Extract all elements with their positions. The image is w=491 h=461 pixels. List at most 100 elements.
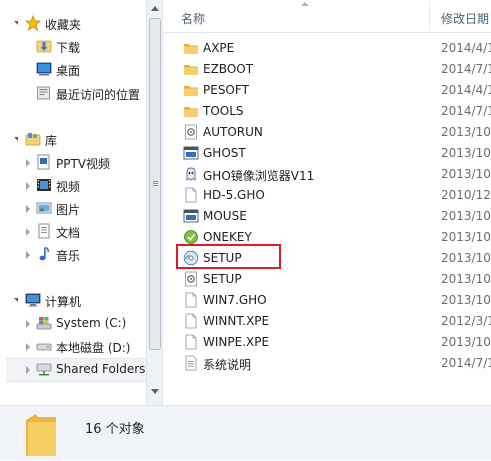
nav-item-videos[interactable]: 视频: [0, 175, 146, 195]
scroll-up-arrow-icon[interactable]: [151, 6, 159, 11]
app-window-icon: [183, 145, 199, 161]
nav-item-label: 文档: [56, 226, 81, 240]
collapse-arrow-icon[interactable]: [26, 159, 30, 167]
star-icon: [24, 14, 42, 31]
nav-computer-label: 计算机: [45, 295, 82, 309]
file-date: 2014/4/1: [441, 83, 491, 97]
expand-arrow-icon[interactable]: [14, 21, 18, 25]
file-date: 2014/4/1: [441, 41, 491, 55]
collapse-arrow-icon[interactable]: [26, 251, 30, 259]
hard-drive-icon: [36, 338, 52, 354]
nav-item-documents[interactable]: 文档: [0, 221, 146, 241]
file-date: 2013/10/: [441, 146, 491, 160]
folder-large-icon: [22, 408, 62, 458]
highlight-box: [176, 244, 281, 269]
collapse-arrow-icon[interactable]: [26, 182, 30, 190]
file-row[interactable]: AUTORUN 2013/10/: [163, 122, 491, 143]
file-name: EZBOOT: [203, 62, 254, 76]
file-row[interactable]: WINPE.XPE 2013/10/: [163, 332, 491, 353]
file-row[interactable]: WIN7.GHO 2013/10/: [163, 290, 491, 311]
nav-libraries[interactable]: 库: [0, 129, 146, 149]
file-date: 2013/10/: [441, 335, 491, 349]
nav-item-shared-folders[interactable]: Shared Folders: [0, 359, 146, 379]
onekey-app-icon: [183, 229, 199, 245]
file-name: HD-5.GHO: [203, 188, 265, 202]
scroll-down-arrow-icon[interactable]: [151, 389, 159, 394]
column-header: 名称 修改日期: [163, 0, 491, 33]
file-date: 2013/10/: [441, 272, 491, 286]
file-name: AUTORUN: [203, 125, 263, 139]
collapse-arrow-icon[interactable]: [26, 228, 30, 236]
file-row[interactable]: WINNT.XPE 2012/3/1: [163, 311, 491, 332]
file-date: 2012/3/1: [441, 314, 491, 328]
file-row[interactable]: PESOFT 2014/4/1: [163, 80, 491, 101]
file-row[interactable]: HD-5.GHO 2010/12/: [163, 185, 491, 206]
file-icon: [183, 313, 199, 329]
file-icon: [183, 334, 199, 350]
documents-icon: [36, 223, 52, 239]
nav-favorites-label: 收藏夹: [45, 18, 82, 32]
app-window-icon: [183, 208, 199, 224]
nav-item-desktop[interactable]: 桌面: [0, 59, 146, 79]
folder-icon: [183, 40, 199, 56]
column-date-header[interactable]: 修改日期: [441, 10, 489, 27]
computer-icon: [25, 292, 41, 308]
file-date: 2013/10/: [441, 293, 491, 307]
system-drive-icon: [36, 315, 52, 331]
nav-item-label: 本地磁盘 (D:): [56, 341, 131, 355]
file-icon: [183, 187, 199, 203]
expand-arrow-icon[interactable]: [14, 137, 18, 141]
nav-scrollbar[interactable]: [146, 0, 163, 405]
file-date: 2013/10/: [441, 230, 491, 244]
nav-item-pictures[interactable]: 图片: [0, 198, 146, 218]
file-name: GHOST: [203, 146, 246, 160]
collapse-arrow-icon[interactable]: [26, 205, 30, 213]
collapse-arrow-icon[interactable]: [26, 366, 30, 374]
file-name: AXPE: [203, 41, 235, 55]
file-row[interactable]: AXPE 2014/4/1: [163, 38, 491, 59]
file-row[interactable]: SETUP 2013/10/: [163, 269, 491, 290]
item-count: 16 个对象: [85, 422, 145, 437]
nav-item-label: 下载: [56, 41, 81, 55]
expand-arrow-icon[interactable]: [14, 298, 18, 302]
file-row[interactable]: MOUSE 2013/10/: [163, 206, 491, 227]
nav-item-downloads[interactable]: 下载: [0, 36, 146, 56]
file-name: 系统说明: [203, 358, 252, 372]
ghost-explorer-icon: [183, 166, 199, 182]
file-row[interactable]: TOOLS 2014/7/1: [163, 101, 491, 122]
file-name: TOOLS: [203, 104, 244, 118]
nav-item-label: Shared Folders: [56, 362, 146, 376]
nav-item-music[interactable]: 音乐: [0, 244, 146, 264]
nav-item-pptv[interactable]: PPTV视频: [0, 152, 146, 172]
collapse-arrow-icon[interactable]: [26, 343, 30, 351]
file-name: ONEKEY: [203, 230, 252, 244]
nav-item-label: 最近访问的位置: [56, 88, 141, 102]
folder-icon: [183, 82, 199, 98]
scrollbar-thumb[interactable]: [149, 18, 161, 350]
file-row[interactable]: 系统说明 2014/7/1: [163, 353, 491, 374]
file-name: WIN7.GHO: [203, 293, 267, 307]
pictures-icon: [36, 200, 52, 216]
file-name: WINNT.XPE: [203, 314, 270, 328]
nav-item-label: 视频: [56, 180, 81, 194]
desktop-icon: [36, 61, 52, 77]
file-name: SETUP: [203, 272, 242, 286]
nav-item-label: 桌面: [56, 64, 81, 78]
file-name: GHO镜像浏览器V11: [203, 169, 315, 183]
file-row[interactable]: GHO镜像浏览器V11 2013/10/: [163, 164, 491, 185]
file-row[interactable]: GHOST 2013/10/: [163, 143, 491, 164]
file-date: 2013/10/: [441, 209, 491, 223]
nav-item-local-disk-d[interactable]: 本地磁盘 (D:): [0, 336, 146, 356]
nav-computer[interactable]: 计算机: [0, 290, 146, 310]
column-name-header[interactable]: 名称: [181, 10, 205, 27]
folder-icon: [183, 61, 199, 77]
file-date: 2014/7/1: [441, 62, 491, 76]
nav-item-system-c[interactable]: System (C:): [0, 313, 146, 333]
music-note-icon: [36, 246, 52, 262]
collapse-arrow-icon[interactable]: [26, 320, 30, 328]
navigation-pane: 收藏夹 下载 桌面 最近访问的位置 库 PPTV视频 视频 图片 文档 音乐 计…: [0, 0, 146, 405]
nav-item-recent-places[interactable]: 最近访问的位置: [0, 83, 146, 103]
nav-favorites[interactable]: 收藏夹: [0, 13, 146, 33]
file-row[interactable]: EZBOOT 2014/7/1: [163, 59, 491, 80]
settings-file-icon: [183, 124, 199, 140]
